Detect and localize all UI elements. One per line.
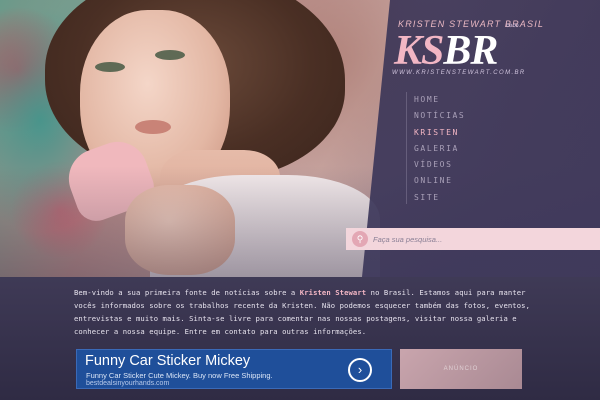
logo-br: BR xyxy=(443,28,498,74)
nav-item-noticias[interactable]: NOTÍCIAS xyxy=(414,108,534,124)
intro-text-start: Bem-vindo a sua primeira fonte de notíci… xyxy=(74,288,300,297)
nav-item-galeria[interactable]: GALERIA xyxy=(414,141,534,157)
site-logo[interactable]: KSBR xyxy=(394,30,534,72)
nav-item-kristen[interactable]: KRISTEN xyxy=(414,125,534,141)
nav-item-videos[interactable]: VÍDEOS xyxy=(414,157,534,173)
ad-secondary-label: ANÚNCIO xyxy=(443,366,479,372)
ad-banner-secondary[interactable]: ANÚNCIO xyxy=(400,349,522,389)
intro-paragraph: Bem-vindo a sua primeira fonte de notíci… xyxy=(74,286,534,346)
chevron-right-icon[interactable]: › xyxy=(348,358,372,382)
nav-item-online[interactable]: ONLINE xyxy=(414,173,534,189)
ad-title[interactable]: Funny Car Sticker Mickey xyxy=(85,353,345,371)
infinity-icon: ∞∞ xyxy=(506,20,519,30)
nav-item-site[interactable]: SITE xyxy=(414,190,534,206)
search-icon[interactable]: ⚲ xyxy=(352,231,368,247)
main-nav: HOME NOTÍCIAS KRISTEN GALERIA VÍDEOS ONL… xyxy=(414,92,534,206)
search-bar: ⚲ xyxy=(346,228,600,250)
nav-divider xyxy=(406,92,407,204)
ad-domain[interactable]: bestdealsinyourhands.com xyxy=(86,380,286,388)
intro-highlight-link[interactable]: Kristen Stewart xyxy=(300,288,366,297)
site-url: WWW.KRISTENSTEWART.COM.BR xyxy=(392,70,526,76)
nav-item-home[interactable]: HOME xyxy=(414,92,534,108)
ad-banner[interactable]: Funny Car Sticker Mickey Funny Car Stick… xyxy=(76,349,392,389)
search-input[interactable] xyxy=(373,230,593,248)
logo-ks: KS xyxy=(394,28,444,74)
